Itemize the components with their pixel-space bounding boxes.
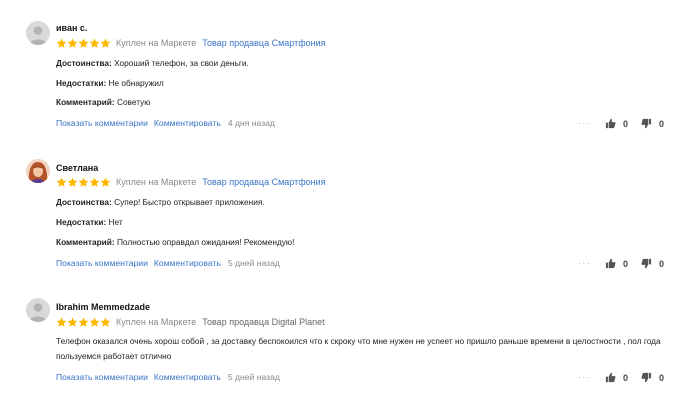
review-author[interactable]: иван с. (56, 23, 87, 33)
star-icon (89, 317, 100, 327)
review-date: 4 дня назад (227, 118, 275, 128)
comment-label: Комментарий: (56, 237, 115, 247)
star-icon (67, 177, 78, 187)
comment-link[interactable]: Комментировать (154, 258, 221, 268)
review-cons: Недостатки: Нет (56, 217, 123, 227)
more-options-icon[interactable]: ··· (578, 118, 591, 128)
review-actions: Показать комментарии Комментировать 4 дн… (56, 118, 275, 128)
pros-text: Хороший телефон, за свои деньги. (114, 58, 249, 68)
review-cons: Недостатки: Не обнаружил (56, 78, 164, 88)
more-options-icon[interactable]: ··· (578, 372, 591, 382)
seller-link[interactable]: Товар продавца Смартфония (202, 38, 325, 48)
show-comments-link[interactable]: Показать комментарии (56, 258, 148, 268)
purchase-badge: Куплен на Маркете (116, 177, 197, 187)
star-icon (56, 38, 67, 48)
star-icon (67, 317, 78, 327)
likes-count: 0 (622, 372, 628, 383)
comment-text: Советую (116, 97, 151, 107)
thumbs-up-icon[interactable] (605, 118, 616, 129)
thumbs-down-icon[interactable] (641, 372, 652, 383)
comment-link[interactable]: Комментировать (154, 118, 221, 128)
user-avatar-icon[interactable] (26, 298, 50, 322)
show-comments-link[interactable]: Показать комментарии (56, 372, 148, 382)
vote-controls: ··· 0 0 (578, 118, 664, 129)
thumbs-down-icon[interactable] (641, 118, 652, 129)
user-avatar-icon[interactable] (26, 159, 50, 183)
pros-text: Супер! Быстро открывает приложения. (114, 197, 265, 207)
dislikes-count: 0 (658, 118, 664, 129)
star-icon (78, 38, 89, 48)
review-pros: Достоинства: Хороший телефон, за свои де… (56, 58, 249, 68)
review-comment: Комментарий: Полностью оправдал ожидания… (56, 237, 294, 247)
review-author[interactable]: Светлана (56, 163, 98, 173)
dislikes-count: 0 (658, 372, 664, 383)
rating-stars (56, 317, 111, 328)
purchase-badge: Куплен на Маркете (116, 38, 197, 48)
review-meta: Куплен на Маркете Товар продавца Смартфо… (56, 37, 325, 49)
star-icon (100, 177, 111, 187)
review-author[interactable]: Ibrahim Memmedzade (56, 302, 150, 312)
star-icon (100, 317, 111, 327)
show-comments-link[interactable]: Показать комментарии (56, 118, 148, 128)
cons-label: Недостатки: (56, 78, 107, 88)
review-date: 5 дней назад (227, 372, 280, 382)
likes-count: 0 (622, 118, 628, 129)
rating-stars (56, 177, 111, 188)
rating-stars (56, 38, 111, 49)
thumbs-down-icon[interactable] (641, 258, 652, 269)
star-icon (89, 177, 100, 187)
thumbs-up-icon[interactable] (605, 372, 616, 383)
star-icon (89, 38, 100, 48)
comment-text: Полностью оправдал ожидания! Рекомендую! (116, 237, 295, 247)
comment-label: Комментарий: (56, 97, 115, 107)
cons-text: Не обнаружил (108, 78, 164, 88)
seller-link[interactable]: Товар продавца Смартфония (202, 177, 325, 187)
star-icon (56, 317, 67, 327)
review-text: Телефон оказался очень хорош собой , за … (56, 336, 661, 361)
review-meta: Куплен на Маркете Товар продавца Смартфо… (56, 176, 325, 188)
vote-controls: ··· 0 0 (578, 258, 664, 269)
comment-link[interactable]: Комментировать (154, 372, 221, 382)
cons-text: Нет (108, 217, 123, 227)
purchase-badge: Куплен на Маркете (116, 317, 197, 327)
more-options-icon[interactable]: ··· (578, 258, 591, 268)
dislikes-count: 0 (658, 258, 664, 269)
likes-count: 0 (622, 258, 628, 269)
review-actions: Показать комментарии Комментировать 5 дн… (56, 258, 280, 268)
review-meta: Куплен на Маркете Товар продавца Digital… (56, 316, 325, 328)
thumbs-up-icon[interactable] (605, 258, 616, 269)
cons-label: Недостатки: (56, 217, 107, 227)
seller-label: Товар продавца Digital Planet (202, 317, 325, 327)
star-icon (56, 177, 67, 187)
star-icon (78, 177, 89, 187)
star-icon (78, 317, 89, 327)
user-avatar-icon[interactable] (26, 21, 50, 45)
star-icon (100, 38, 111, 48)
review-comment: Комментарий: Советую (56, 97, 150, 107)
vote-controls: ··· 0 0 (578, 372, 664, 383)
star-icon (67, 38, 78, 48)
review-actions: Показать комментарии Комментировать 5 дн… (56, 372, 280, 382)
review-pros: Достоинства: Супер! Быстро открывает при… (56, 197, 265, 207)
pros-label: Достоинства: (56, 58, 112, 68)
pros-label: Достоинства: (56, 197, 112, 207)
review-date: 5 дней назад (227, 258, 280, 268)
